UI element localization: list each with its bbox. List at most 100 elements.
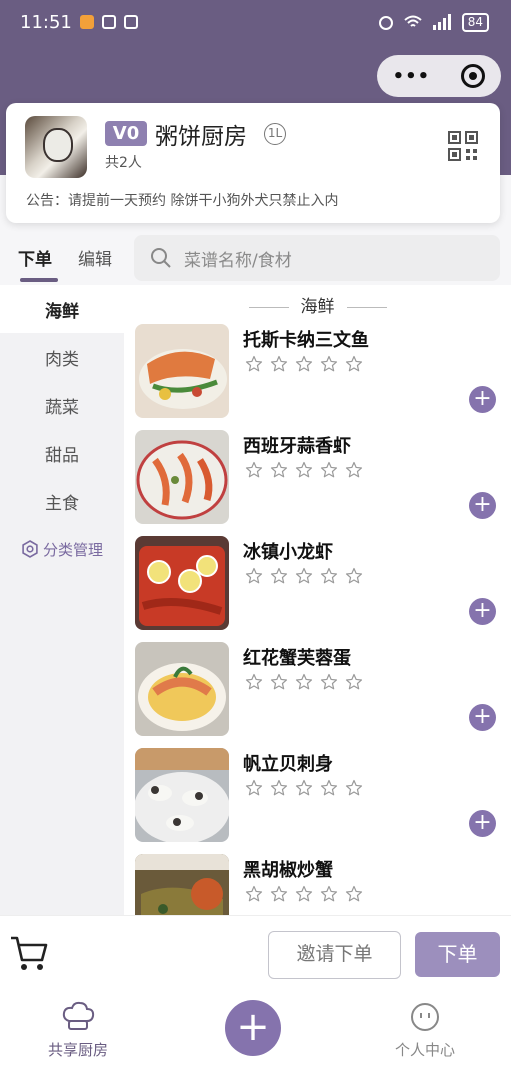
dish-item[interactable]: 红花蟹芙蓉蛋 + (135, 642, 511, 738)
category-dessert[interactable]: 甜品 (0, 429, 124, 477)
star-icon (320, 567, 338, 584)
star-icon (345, 461, 363, 478)
add-dish-button[interactable]: + (469, 598, 496, 625)
tab-edit[interactable]: 编辑 (78, 245, 112, 276)
cart-icon[interactable] (8, 932, 50, 974)
chef-hat-icon (62, 1001, 95, 1030)
category-meat[interactable]: 肉类 (0, 333, 124, 381)
category-manage-label: 分类管理 (42, 540, 103, 559)
mode-tabs: 下单 编辑 (18, 245, 112, 282)
dish-name: 冰镇小龙虾 (243, 542, 333, 563)
star-icon (295, 567, 313, 584)
add-dish-button[interactable]: + (469, 386, 496, 413)
star-icon (320, 885, 338, 902)
rating-stars (245, 461, 363, 479)
dish-image (135, 854, 229, 915)
category-staple[interactable]: 主食 (0, 477, 124, 525)
dish-list: 海鲜 托斯卡纳三文鱼 + 西班牙蒜香虾 + 冰镇小龙虾 + 红花蟹芙蓉蛋 + 帆… (124, 285, 511, 915)
category-manage-button[interactable]: 分类管理 (0, 525, 124, 573)
tab-order[interactable]: 下单 (18, 245, 58, 282)
dish-name: 黑胡椒炒蟹 (243, 860, 333, 881)
status-bar: 11:51 84 (0, 0, 511, 44)
star-icon (295, 673, 313, 690)
star-icon (270, 355, 288, 372)
alarm-icon (378, 16, 393, 30)
vip-badge: V0 (105, 121, 147, 146)
star-icon (320, 355, 338, 372)
tab-shared-kitchen[interactable]: 共享厨房 (18, 1001, 138, 1060)
dish-name: 托斯卡纳三文鱼 (243, 330, 369, 351)
star-icon (270, 461, 288, 478)
star-icon (345, 673, 363, 690)
add-dish-button[interactable]: + (469, 492, 496, 519)
kitchen-avatar[interactable] (25, 116, 87, 178)
category-seafood[interactable]: 海鲜 (0, 285, 124, 333)
tab-personal-center-label: 个人中心 (394, 1041, 455, 1059)
rating-stars (245, 567, 363, 585)
star-icon (270, 885, 288, 902)
star-icon (320, 461, 338, 478)
star-icon (245, 461, 263, 478)
dish-image (135, 324, 229, 418)
signal-icon (432, 14, 451, 30)
gear-icon (22, 540, 38, 558)
star-icon (245, 355, 263, 372)
dish-image (135, 430, 229, 524)
nfc-icon (123, 15, 138, 29)
eye-icon (101, 15, 116, 29)
tab-shared-kitchen-label: 共享厨房 (47, 1041, 108, 1059)
dish-image (135, 748, 229, 842)
star-icon (245, 779, 263, 796)
star-icon (320, 779, 338, 796)
tab-personal-center[interactable]: 个人中心 (365, 1001, 485, 1060)
star-icon (270, 779, 288, 796)
star-icon (245, 567, 263, 584)
dog-avatar-graphic (43, 128, 73, 162)
kitchen-card: V0 粥饼厨房 1L 共2人 公告：请提前一天预约 除饼干小狗外犬只禁止入内 (6, 103, 500, 223)
dish-image (135, 536, 229, 630)
member-count: 共2人 (105, 155, 142, 171)
qr-code-icon[interactable] (448, 131, 478, 161)
rating-stars (245, 779, 363, 797)
star-icon (345, 779, 363, 796)
add-dish-button[interactable]: + (469, 810, 496, 837)
dish-item[interactable]: 西班牙蒜香虾 + (135, 430, 511, 526)
place-order-button[interactable]: 下单 (415, 932, 500, 977)
wifi-icon (404, 15, 422, 27)
dish-name: 红花蟹芙蓉蛋 (243, 648, 351, 669)
add-button[interactable]: + (225, 1000, 281, 1056)
dish-name: 西班牙蒜香虾 (243, 436, 351, 457)
mini-program-capsule[interactable]: ••• (377, 55, 501, 97)
notification-icon (79, 15, 94, 29)
notice-text: 公告：请提前一天预约 除饼干小狗外犬只禁止入内 (26, 193, 339, 209)
category-sidebar: 海鲜 肉类 蔬菜 甜品 主食 分类管理 (0, 285, 124, 915)
add-dish-button[interactable]: + (469, 704, 496, 731)
star-icon (295, 779, 313, 796)
star-icon (295, 885, 313, 902)
level-badge: 1L (264, 123, 286, 145)
rating-stars (245, 673, 363, 691)
search-icon (151, 248, 171, 268)
profile-face-icon (411, 1003, 439, 1031)
section-title: 海鲜 (124, 292, 511, 317)
star-icon (245, 885, 263, 902)
action-bar: 邀请下单 下单 (0, 915, 511, 991)
star-icon (295, 355, 313, 372)
battery-level: 84 (461, 12, 489, 32)
dish-item[interactable]: 冰镇小龙虾 + (135, 536, 511, 632)
dish-item[interactable]: 托斯卡纳三文鱼 + (135, 324, 511, 420)
dish-item[interactable]: 黑胡椒炒蟹 (135, 854, 511, 915)
dish-item[interactable]: 帆立贝刺身 + (135, 748, 511, 844)
category-vegetables[interactable]: 蔬菜 (0, 381, 124, 429)
rating-stars (245, 355, 363, 373)
invite-order-button[interactable]: 邀请下单 (268, 931, 401, 979)
search-placeholder: 菜谱名称/食材 (184, 250, 292, 271)
star-icon (345, 885, 363, 902)
search-input[interactable]: 菜谱名称/食材 (134, 235, 500, 281)
star-icon (320, 673, 338, 690)
dish-name: 帆立贝刺身 (243, 754, 333, 775)
star-icon (245, 673, 263, 690)
star-icon (270, 673, 288, 690)
more-button[interactable]: ••• (393, 66, 431, 87)
close-target-icon[interactable] (461, 64, 486, 88)
